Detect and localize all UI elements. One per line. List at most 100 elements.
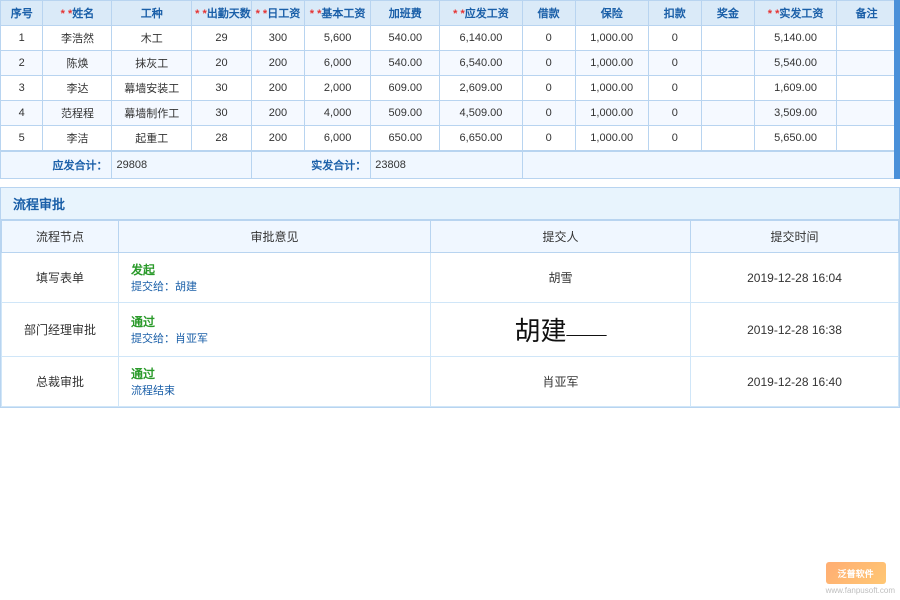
salary-section: 序号 *姓名 工种 *出勤天数 *日工资 *基本工资 加班费 *应发工资 借款 …	[0, 0, 900, 179]
watermark-brand: 泛普软件	[838, 567, 874, 580]
table-cell: 4	[1, 101, 43, 126]
table-cell: 6,650.00	[440, 126, 522, 152]
table-cell: 0	[648, 76, 701, 101]
table-cell: 4,509.00	[440, 101, 522, 126]
table-cell: 0	[522, 51, 575, 76]
table-cell: 200	[251, 101, 304, 126]
table-cell: 5,540.00	[754, 51, 836, 76]
table-cell: 0	[522, 26, 575, 51]
table-cell: 1,000.00	[575, 26, 648, 51]
signature-text: 胡建——	[514, 311, 606, 348]
approval-col-node: 流程节点	[2, 221, 119, 253]
col-header-daily: *日工资	[251, 1, 304, 26]
approval-section: 流程审批 流程节点 审批意见 提交人 提交时间 填写表单发起提交给：胡建胡雪20…	[0, 187, 900, 408]
approval-submit-time: 2019-12-28 16:40	[691, 357, 899, 407]
table-cell: 509.00	[371, 101, 440, 126]
approval-opinion: 通过提交给：肖亚军	[119, 303, 431, 357]
approval-node: 填写表单	[2, 253, 119, 303]
table-cell: 0	[648, 126, 701, 152]
table-cell: 幕墙制作工	[112, 101, 192, 126]
approval-table: 流程节点 审批意见 提交人 提交时间 填写表单发起提交给：胡建胡雪2019-12…	[1, 220, 899, 407]
table-row: 5李洁起重工282006,000650.006,650.0001,000.000…	[1, 126, 897, 152]
col-header-base: *基本工资	[304, 1, 370, 26]
table-cell: 起重工	[112, 126, 192, 152]
table-cell: 2,609.00	[440, 76, 522, 101]
table-cell: 木工	[112, 26, 192, 51]
table-cell: 1	[1, 26, 43, 51]
table-cell: 幕墙安装工	[112, 76, 192, 101]
table-cell: 29	[192, 26, 252, 51]
table-cell: 5,650.00	[754, 126, 836, 152]
table-cell: 5	[1, 126, 43, 152]
signature-text: 胡雪	[548, 271, 572, 285]
table-cell: 30	[192, 76, 252, 101]
table-cell: 0	[648, 101, 701, 126]
col-header-days: *出勤天数	[192, 1, 252, 26]
table-cell: 6,000	[304, 51, 370, 76]
col-header-should: *应发工资	[440, 1, 522, 26]
col-header-seq: 序号	[1, 1, 43, 26]
table-row: 4范程程幕墙制作工302004,000509.004,509.0001,000.…	[1, 101, 897, 126]
table-cell: 6,140.00	[440, 26, 522, 51]
summary-actual-value: 23808	[371, 151, 522, 179]
summary-should-label: 应发合计：	[1, 151, 112, 179]
signature-text: 肖亚军	[542, 375, 578, 389]
table-cell: 1,000.00	[575, 76, 648, 101]
table-cell: 范程程	[43, 101, 112, 126]
approval-signature: 胡建——	[431, 303, 691, 357]
col-header-type: 工种	[112, 1, 192, 26]
table-cell	[701, 76, 754, 101]
approval-title: 流程审批	[1, 188, 899, 220]
table-cell: 540.00	[371, 26, 440, 51]
table-cell: 540.00	[371, 51, 440, 76]
table-cell: 609.00	[371, 76, 440, 101]
table-cell: 0	[648, 26, 701, 51]
col-header-actual: *实发工资	[754, 1, 836, 26]
table-cell: 陈焕	[43, 51, 112, 76]
table-cell: 0	[648, 51, 701, 76]
approval-signature: 肖亚军	[431, 357, 691, 407]
table-cell	[701, 101, 754, 126]
table-cell: 李浩然	[43, 26, 112, 51]
table-cell: 2	[1, 51, 43, 76]
table-cell: 2,000	[304, 76, 370, 101]
table-cell	[701, 26, 754, 51]
table-cell: 李达	[43, 76, 112, 101]
table-cell: 6,000	[304, 126, 370, 152]
table-cell	[837, 26, 897, 51]
approval-opinion: 发起提交给：胡建	[119, 253, 431, 303]
table-cell: 650.00	[371, 126, 440, 152]
table-cell: 3,509.00	[754, 101, 836, 126]
table-row: 3李达幕墙安装工302002,000609.002,609.0001,000.0…	[1, 76, 897, 101]
col-header-insurance: 保险	[575, 1, 648, 26]
col-header-deduct: 扣款	[648, 1, 701, 26]
col-header-loan: 借款	[522, 1, 575, 26]
table-cell: 300	[251, 26, 304, 51]
table-cell	[837, 76, 897, 101]
watermark: 泛普软件 www.fanpusoft.com	[826, 562, 895, 595]
salary-table: 序号 *姓名 工种 *出勤天数 *日工资 *基本工资 加班费 *应发工资 借款 …	[0, 0, 897, 179]
table-row: 2陈焕抹灰工202006,000540.006,540.0001,000.000…	[1, 51, 897, 76]
table-row: 1李浩然木工293005,600540.006,140.0001,000.000…	[1, 26, 897, 51]
approval-node: 部门经理审批	[2, 303, 119, 357]
table-cell: 5,600	[304, 26, 370, 51]
table-cell: 200	[251, 126, 304, 152]
table-cell: 1,000.00	[575, 101, 648, 126]
table-cell	[701, 126, 754, 152]
col-header-name: *姓名	[43, 1, 112, 26]
table-cell: 1,000.00	[575, 126, 648, 152]
table-cell: 28	[192, 126, 252, 152]
watermark-url: www.fanpusoft.com	[826, 586, 895, 595]
approval-opinion: 通过流程结束	[119, 357, 431, 407]
col-header-note: 备注	[837, 1, 897, 26]
scroll-bar[interactable]	[894, 0, 897, 179]
table-cell: 1,000.00	[575, 51, 648, 76]
table-cell: 4,000	[304, 101, 370, 126]
table-cell: 200	[251, 51, 304, 76]
table-cell: 20	[192, 51, 252, 76]
approval-row: 总裁审批通过流程结束肖亚军2019-12-28 16:40	[2, 357, 899, 407]
summary-should-value: 29808	[112, 151, 251, 179]
table-cell: 0	[522, 126, 575, 152]
approval-col-submitter: 提交人	[431, 221, 691, 253]
table-cell: 0	[522, 101, 575, 126]
